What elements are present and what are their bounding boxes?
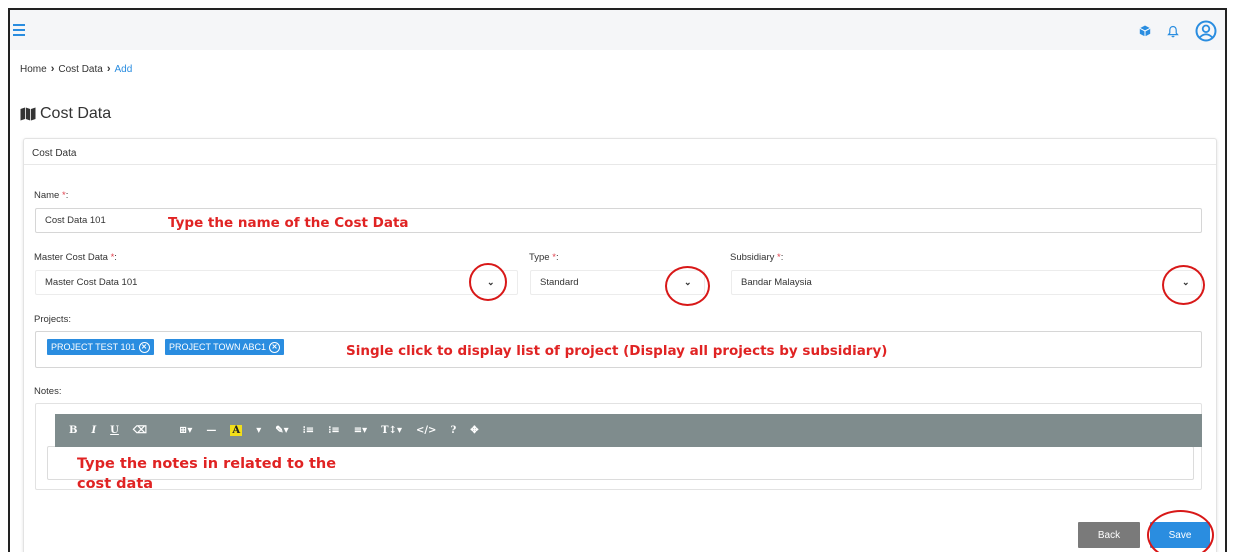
ordered-list-icon[interactable]: ⁝≡: [303, 425, 315, 436]
color-caret-icon[interactable]: ▾: [256, 425, 261, 436]
notes-annotation: Type the notes in related to the cost da…: [77, 456, 337, 492]
breadcrumb-cost-data[interactable]: Cost Data: [58, 64, 102, 75]
app-frame: Home › Cost Data › Add Cost Data Cost Da…: [8, 8, 1227, 552]
master-cost-data-select[interactable]: Master Cost Data 101: [35, 270, 518, 295]
fullscreen-icon[interactable]: ✥: [470, 425, 478, 436]
chevron-right-icon: ›: [50, 63, 55, 75]
name-input-value: Cost Data 101: [45, 215, 106, 226]
name-annotation: Type the name of the Cost Data: [168, 215, 409, 231]
eraser-icon[interactable]: ⌫: [133, 425, 147, 436]
remove-tag-icon[interactable]: ✕: [269, 341, 281, 353]
highlight-circle: [1147, 510, 1214, 552]
page-title-text: Cost Data: [40, 105, 112, 122]
master-cost-data-value: Master Cost Data 101: [45, 277, 138, 288]
card-title: Cost Data: [24, 139, 1216, 165]
back-button[interactable]: Back: [1078, 522, 1140, 548]
highlight-color-icon[interactable]: A: [230, 425, 243, 436]
remove-tag-icon[interactable]: ✕: [138, 341, 150, 353]
bold-button[interactable]: B: [69, 425, 77, 436]
subsidiary-label: Subsidiary *:: [730, 252, 784, 263]
underline-button[interactable]: U: [110, 425, 119, 436]
subsidiary-value: Bandar Malaysia: [741, 277, 812, 288]
user-icon[interactable]: [1195, 20, 1217, 42]
editor-toolbar: B I U ⌫ ⊞▾ — A ▾ ✎▾ ⁝≡ ⁝≡ ≡▾ T↕▾ </> ? ✥: [55, 414, 1202, 447]
project-tag[interactable]: PROJECT TOWN ABC1 ✕: [165, 339, 285, 355]
code-view-icon[interactable]: </>: [416, 425, 436, 436]
align-icon[interactable]: ≡▾: [354, 425, 367, 436]
help-icon[interactable]: ?: [450, 425, 456, 436]
master-cost-data-label: Master Cost Data *:: [34, 252, 117, 263]
breadcrumb-home[interactable]: Home: [20, 64, 47, 75]
subsidiary-select[interactable]: Bandar Malaysia: [731, 270, 1202, 295]
breadcrumb-current: Add: [114, 63, 133, 75]
bell-icon[interactable]: [1167, 25, 1179, 38]
unordered-list-icon[interactable]: ⁝≡: [328, 425, 340, 436]
type-label: Type *:: [529, 252, 559, 263]
line-height-icon[interactable]: T↕▾: [381, 425, 402, 436]
page-title: Cost Data: [20, 105, 111, 123]
breadcrumb: Home › Cost Data › Add: [20, 63, 132, 75]
highlight-circle: [1162, 265, 1205, 305]
map-icon: [20, 107, 36, 121]
name-label: Name *:: [34, 190, 69, 201]
project-tag[interactable]: PROJECT TEST 101 ✕: [47, 339, 154, 355]
projects-annotation: Single click to display list of project …: [346, 343, 888, 359]
cube-icon[interactable]: [1139, 25, 1151, 37]
italic-button[interactable]: I: [91, 425, 96, 436]
top-bar: [10, 10, 1225, 50]
horizontal-rule-icon[interactable]: —: [206, 425, 216, 436]
magic-style-icon[interactable]: ✎▾: [275, 425, 288, 436]
highlight-circle: [665, 266, 710, 306]
type-value: Standard: [540, 277, 579, 288]
notes-label: Notes:: [34, 386, 62, 397]
table-icon[interactable]: ⊞▾: [179, 425, 192, 436]
menu-icon[interactable]: [13, 24, 25, 36]
highlight-circle: [469, 263, 507, 301]
projects-label: Projects:: [34, 314, 71, 325]
chevron-right-icon: ›: [106, 63, 111, 75]
